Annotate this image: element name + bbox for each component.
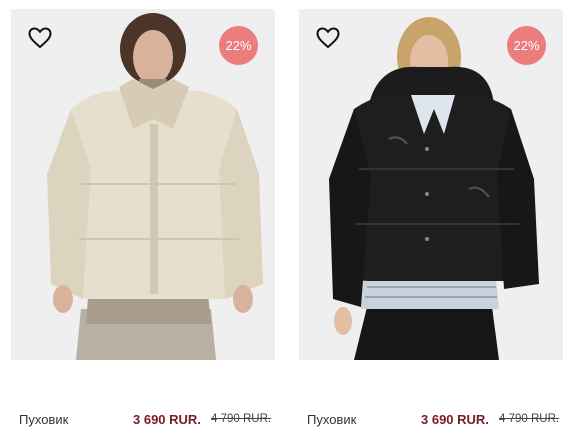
product-info: Пуховик 3 690 RUR. 4 790 RUR. bbox=[299, 409, 563, 431]
product-card[interactable]: 22% Пуховик 3 690 RUR. 4 790 RUR. bbox=[11, 9, 275, 443]
product-name[interactable]: Пуховик bbox=[19, 412, 68, 427]
product-price: 3 690 RUR. bbox=[133, 412, 201, 427]
heart-icon[interactable] bbox=[28, 27, 52, 49]
product-grid-page: { "colors": { "badge_bg": "#ec7d7f", "pr… bbox=[0, 0, 575, 443]
product-old-price: 4 790 RUR. bbox=[211, 413, 272, 425]
product-price: 3 690 RUR. bbox=[421, 412, 489, 427]
product-name[interactable]: Пуховик bbox=[307, 412, 356, 427]
discount-badge: 22% bbox=[507, 26, 546, 65]
product-info: Пуховик 3 690 RUR. 4 790 RUR. bbox=[11, 409, 275, 431]
heart-icon[interactable] bbox=[316, 27, 340, 49]
discount-badge: 22% bbox=[219, 26, 258, 65]
product-old-price: 4 790 RUR. bbox=[499, 413, 560, 425]
product-card[interactable]: 22% Пуховик 3 690 RUR. 4 790 RUR. bbox=[299, 9, 563, 443]
